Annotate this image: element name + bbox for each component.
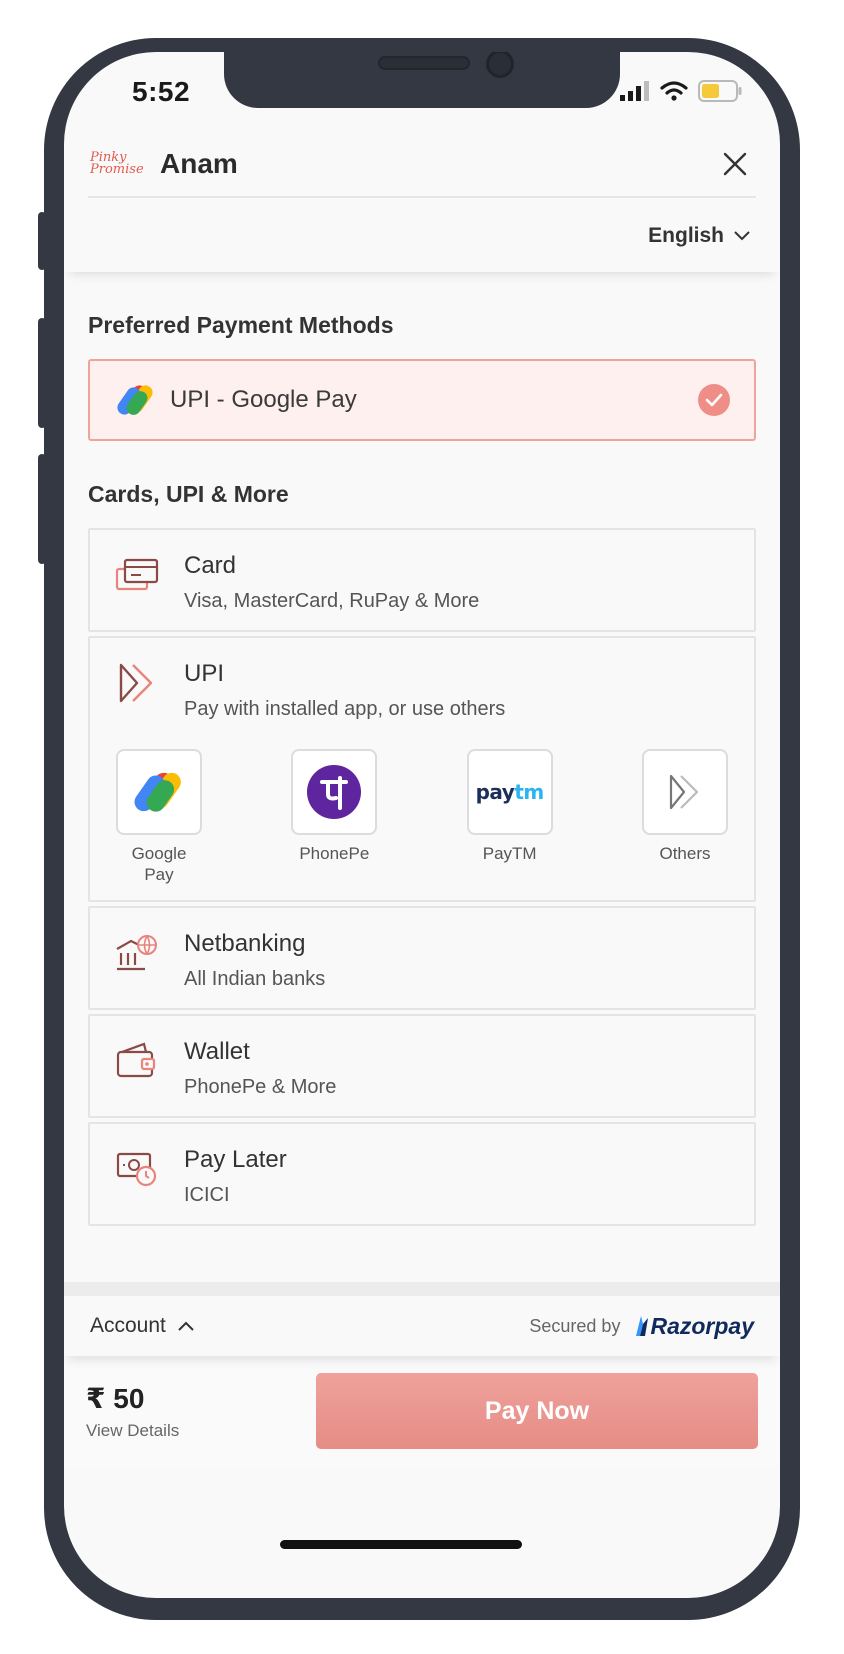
method-wallet[interactable]: Wallet PhonePe & More [88, 1014, 756, 1118]
home-indicator [280, 1540, 522, 1549]
speaker-grille [378, 56, 470, 70]
language-row: English [64, 200, 780, 272]
secured-by: Secured by Razorpay [529, 1313, 754, 1340]
preferred-method-label: UPI - Google Pay [170, 386, 357, 413]
method-card[interactable]: Card Visa, MasterCard, RuPay & More [88, 528, 756, 632]
pay-bar: ₹ 50 View Details Pay Now [64, 1356, 780, 1466]
account-label: Account [90, 1314, 166, 1337]
screen: 5:52 Pinky Promise Anam English Preferre… [64, 52, 780, 1598]
app-label: Others [659, 844, 711, 863]
razorpay-logo: Razorpay [632, 1313, 754, 1340]
method-subtitle: Pay with installed app, or use others [184, 698, 506, 720]
upi-app-others[interactable]: Others [641, 749, 728, 885]
preferred-title: Preferred Payment Methods [88, 312, 394, 338]
check-icon [698, 384, 730, 416]
mute-switch [38, 212, 46, 270]
upi-app-google-pay[interactable]: Google Pay [116, 749, 202, 885]
volume-down-button [38, 454, 46, 564]
method-title: Wallet [184, 1038, 250, 1065]
logo-line-2: Promise [90, 162, 144, 177]
chevron-up-icon [178, 1321, 194, 1331]
checkout-header: Pinky Promise Anam [88, 132, 756, 198]
merchant-name: Anam [160, 148, 238, 179]
front-camera [486, 52, 514, 78]
upi-app-list: Google Pay PhonePe paytm PayTM Others [90, 741, 754, 911]
method-subtitle: Visa, MasterCard, RuPay & More [184, 590, 480, 612]
account-toggle[interactable]: Account [90, 1314, 194, 1338]
upi-app-paytm[interactable]: paytm PayTM [466, 749, 553, 885]
razorpay-wordmark: Razorpay [650, 1312, 754, 1339]
amount-block: ₹ 50 View Details [86, 1382, 179, 1441]
method-netbanking[interactable]: Netbanking All Indian banks [88, 906, 756, 1010]
paytm-logo: paytm [466, 749, 553, 835]
app-label: PayTM [482, 844, 537, 863]
google-pay-icon [117, 385, 153, 415]
close-button[interactable] [720, 149, 750, 179]
language-selector[interactable]: English [648, 224, 750, 248]
method-title: Netbanking [184, 930, 306, 957]
chevron-down-icon [734, 231, 750, 241]
merchant-logo: Pinky Promise [90, 151, 144, 177]
method-subtitle: ICICI [184, 1184, 230, 1206]
upi-app-phonepe[interactable]: PhonePe [291, 749, 378, 885]
method-subtitle: All Indian banks [184, 968, 326, 990]
method-subtitle: PhonePe & More [184, 1076, 337, 1098]
volume-up-button [38, 318, 46, 428]
wallet-icon [114, 1038, 160, 1084]
preferred-method-gpay[interactable]: UPI - Google Pay [88, 359, 756, 441]
footer-divider [64, 1282, 780, 1296]
google-pay-logo [116, 749, 202, 835]
secured-by-label: Secured by [529, 1315, 621, 1336]
method-upi[interactable]: UPI Pay with installed app, or use other… [88, 636, 756, 902]
card-icon [114, 552, 160, 598]
pay-later-icon [114, 1146, 160, 1192]
language-label: English [648, 224, 724, 247]
method-title: Card [184, 552, 237, 579]
notch [224, 52, 620, 108]
account-row: Account Secured by Razorpay [64, 1296, 780, 1356]
method-pay-later[interactable]: Pay Later ICICI [88, 1122, 756, 1226]
method-title: Pay Later [184, 1146, 287, 1173]
phonepe-logo [291, 749, 378, 835]
payment-content: Preferred Payment Methods UPI - Google P… [88, 274, 756, 1226]
app-label: PhonePe [299, 844, 370, 863]
battery-icon [698, 80, 742, 102]
others-upi-icon [641, 749, 728, 835]
wifi-icon [660, 81, 688, 101]
close-icon [723, 152, 747, 176]
razorpay-mark-icon [636, 1316, 649, 1336]
status-time: 5:52 [132, 76, 191, 107]
pay-now-button[interactable]: Pay Now [316, 1373, 758, 1449]
upi-icon [114, 660, 160, 706]
status-icons [620, 80, 742, 102]
view-details-link[interactable]: View Details [86, 1421, 179, 1441]
bank-icon [114, 930, 160, 976]
signal-icon [620, 81, 649, 101]
method-title: UPI [184, 660, 225, 687]
more-methods-title: Cards, UPI & More [88, 481, 289, 507]
amount-value: ₹ 50 [86, 1382, 145, 1414]
app-label: Google Pay [131, 844, 187, 884]
